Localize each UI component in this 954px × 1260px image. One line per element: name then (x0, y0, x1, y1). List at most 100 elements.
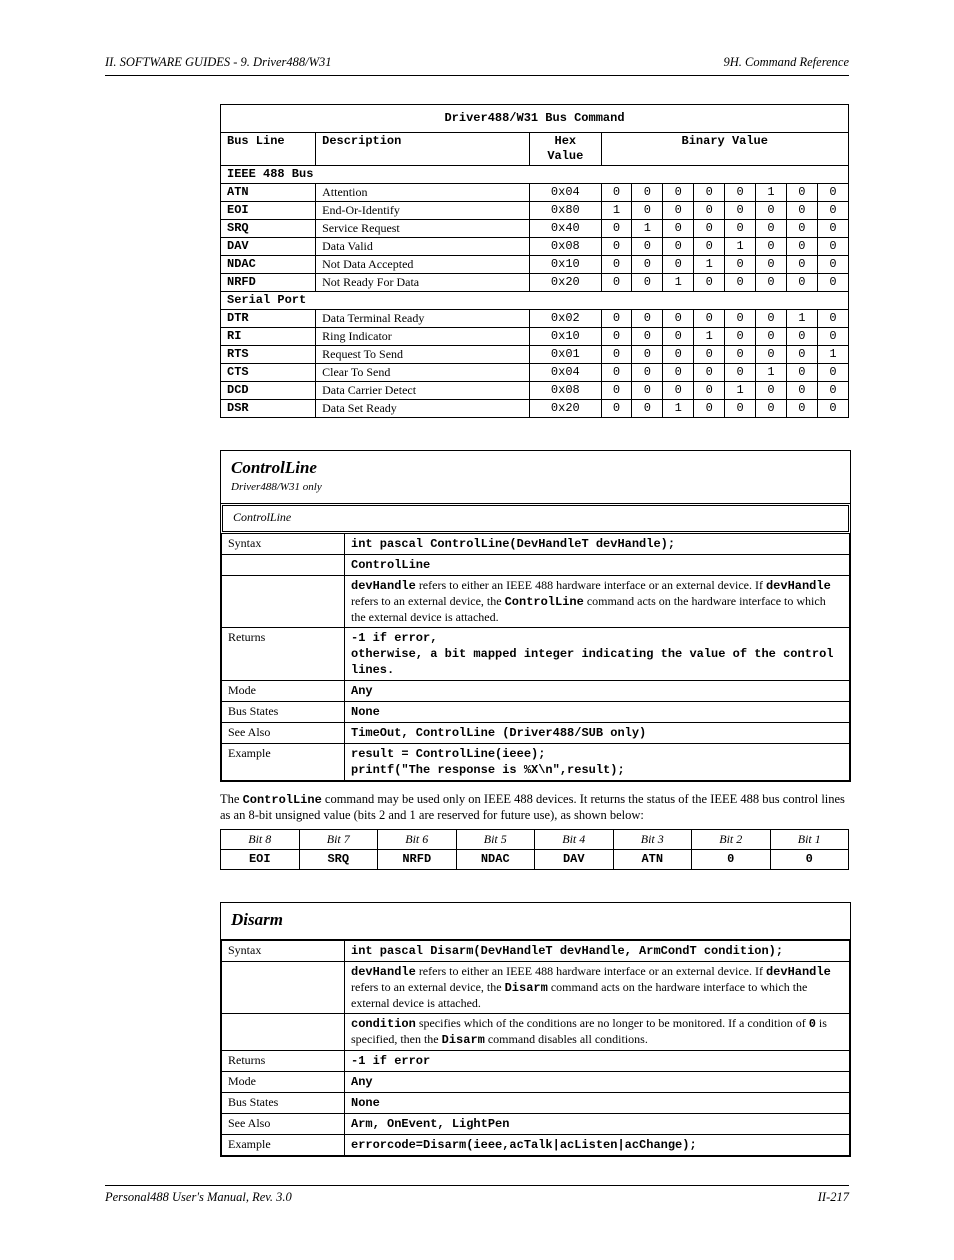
controlline-echo: ControlLine (220, 503, 851, 534)
bus-line-name: EOI (221, 201, 316, 219)
bus-line-hex: 0x20 (530, 273, 601, 291)
dv-see: Arm, OnEvent, LightPen (351, 1117, 509, 1131)
dv-mode: Any (351, 1075, 373, 1089)
bus-line-bit: 0 (756, 327, 787, 345)
dv-returns: -1 if error (351, 1054, 430, 1068)
bus-line-bit: 0 (694, 201, 725, 219)
bus-line-bit: 0 (663, 219, 694, 237)
bus-line-bit: 0 (756, 381, 787, 399)
bus-line-bit: 0 (756, 345, 787, 363)
table-row: DAVData Valid0x0800001000 (221, 237, 849, 255)
bus-line-bit: 0 (632, 381, 663, 399)
dv-bus: None (351, 1096, 380, 1110)
bus-line-name: DCD (221, 381, 316, 399)
v-bus: None (351, 705, 380, 719)
bus-line-bit: 0 (756, 219, 787, 237)
bus-line-name: RI (221, 327, 316, 345)
bus-line-hex: 0x02 (530, 309, 601, 327)
disarm-title: Disarm (231, 910, 283, 929)
bus-line-bit: 0 (632, 345, 663, 363)
v-controlline: ControlLine (345, 554, 850, 575)
bus-line-bit: 0 (786, 255, 817, 273)
bus-line-bit: 0 (663, 363, 694, 381)
bus-line-bit: 0 (663, 381, 694, 399)
bit-cell: NRFD (378, 850, 457, 870)
bus-line-bit: 0 (725, 363, 756, 381)
dv-example: errorcode=Disarm(ieee,acTalk|acListen|ac… (351, 1138, 697, 1152)
dv-devhandle: devHandle refers to either an IEEE 488 h… (345, 961, 850, 1013)
bus-line-desc: Data Terminal Ready (316, 309, 530, 327)
bus-line-bit: 0 (725, 255, 756, 273)
bus-line-bit: 0 (817, 381, 848, 399)
bus-line-bit: 0 (601, 219, 632, 237)
running-head-right: 9H. Command Reference (723, 55, 849, 71)
bus-line-bit: 0 (725, 219, 756, 237)
bus-line-bit: 0 (632, 327, 663, 345)
bit-cell: Bit 7 (299, 830, 378, 850)
bus-line-bit: 1 (756, 363, 787, 381)
bus-line-desc: Not Ready For Data (316, 273, 530, 291)
col-busline: Bus Line (221, 132, 316, 165)
bus-line-bit: 0 (694, 219, 725, 237)
bus-line-bit: 0 (632, 399, 663, 417)
bus-line-bit: 0 (601, 381, 632, 399)
bit-meaning-table: Bit 8Bit 7Bit 6Bit 5Bit 4Bit 3Bit 2Bit 1… (220, 829, 849, 870)
table-row: DSRData Set Ready0x2000100000 (221, 399, 849, 417)
bus-line-desc: Service Request (316, 219, 530, 237)
bus-line-hex: 0x10 (530, 255, 601, 273)
bit-cell: Bit 2 (692, 830, 771, 850)
bus-line-bit: 0 (663, 201, 694, 219)
table-row: DCDData Carrier Detect0x0800001000 (221, 381, 849, 399)
v-syntax: int pascal ControlLine(DevHandleT devHan… (351, 537, 675, 551)
bus-line-name: DTR (221, 309, 316, 327)
bus-line-bit: 0 (694, 309, 725, 327)
bus-line-bit: 0 (786, 201, 817, 219)
bus-line-name: DSR (221, 399, 316, 417)
bus-line-bit: 0 (786, 219, 817, 237)
bus-line-desc: End-Or-Identify (316, 201, 530, 219)
bit-cell: ATN (613, 850, 692, 870)
bus-line-hex: 0x20 (530, 399, 601, 417)
bus-line-bit: 1 (817, 345, 848, 363)
bus-line-bit: 0 (632, 255, 663, 273)
col-hex: Hex Value (530, 132, 601, 165)
bus-line-bit: 0 (817, 183, 848, 201)
k-blank1 (222, 554, 345, 575)
bit-cell: SRQ (299, 850, 378, 870)
bus-line-desc: Data Set Ready (316, 399, 530, 417)
table-row: ATNAttention0x0400000100 (221, 183, 849, 201)
bus-line-hex: 0x40 (530, 219, 601, 237)
bus-line-bit: 0 (601, 183, 632, 201)
bus-line-bit: 0 (817, 327, 848, 345)
bit-cell: 0 (692, 850, 771, 870)
dk-see: See Also (222, 1113, 345, 1134)
bus-line-bit: 0 (725, 345, 756, 363)
dk-mode: Mode (222, 1071, 345, 1092)
k-see: See Also (222, 722, 345, 743)
bus-line-bit: 0 (694, 183, 725, 201)
bus-line-bit: 0 (817, 309, 848, 327)
bus-line-bit: 0 (817, 255, 848, 273)
bus-line-bit: 0 (725, 327, 756, 345)
bus-line-bit: 0 (663, 183, 694, 201)
bus-line-bit: 1 (601, 201, 632, 219)
bus-line-bit: 0 (694, 399, 725, 417)
bus-line-bit: 0 (725, 183, 756, 201)
bus-line-bit: 0 (756, 237, 787, 255)
k-bus: Bus States (222, 701, 345, 722)
bus-line-bit: 0 (786, 399, 817, 417)
bus-line-bit: 0 (725, 201, 756, 219)
bus-line-bit: 0 (601, 237, 632, 255)
bus-line-bit: 1 (663, 399, 694, 417)
table-row: RTSRequest To Send0x0100000001 (221, 345, 849, 363)
bus-line-bit: 1 (725, 237, 756, 255)
bus-line-bit: 0 (817, 273, 848, 291)
bus-line-bit: 0 (694, 363, 725, 381)
bus-line-bit: 0 (632, 273, 663, 291)
bus-line-bit: 0 (817, 237, 848, 255)
group-serial: Serial Port (221, 291, 849, 309)
bus-line-hex: 0x08 (530, 237, 601, 255)
controlline-title: ControlLine (231, 458, 317, 477)
bus-line-desc: Data Carrier Detect (316, 381, 530, 399)
bus-line-bit: 0 (601, 273, 632, 291)
